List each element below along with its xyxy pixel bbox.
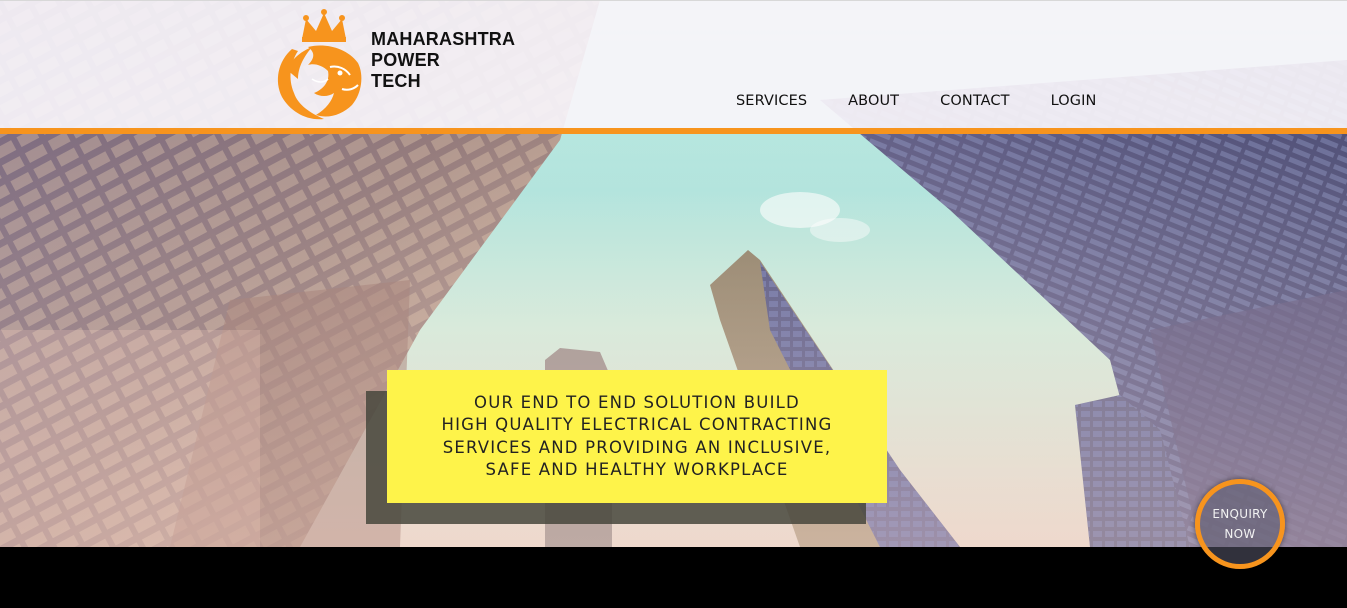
header-accent-bar [0,128,1347,134]
nav-services[interactable]: SERVICES [736,93,807,109]
brand-name-line2: POWER [371,49,441,70]
main-nav: SERVICES ABOUT CONTACT LOGIN [736,93,1096,109]
tagline-text: OUR END TO END SOLUTION BUILD HIGH QUALI… [441,392,832,482]
tagline-box: OUR END TO END SOLUTION BUILD HIGH QUALI… [387,370,887,503]
nav-contact[interactable]: CONTACT [940,93,1009,109]
brand-name-line1: MAHARASHTRA [371,28,516,49]
bottom-band [0,547,1347,608]
enquiry-label-line2: NOW [1224,527,1256,541]
enquiry-label-line1: ENQUIRY [1212,507,1268,521]
site-header: MAHARASHTRA POWER TECH SERVICES ABOUT CO… [0,0,1347,129]
nav-about[interactable]: ABOUT [848,93,899,109]
brand-name: MAHARASHTRA POWER TECH [371,29,515,92]
enquiry-now-button[interactable]: ENQUIRY NOW [1195,479,1285,569]
tagline-line: SAFE AND HEALTHY WORKPLACE [485,460,789,479]
tagline-line: SERVICES AND PROVIDING AN INCLUSIVE, [442,437,832,457]
brand-logo[interactable]: MAHARASHTRA POWER TECH [272,7,522,123]
brand-name-line3: TECH [371,70,421,91]
tagline-line: OUR END TO END SOLUTION BUILD [474,392,800,412]
lion-crown-icon [277,9,362,120]
tagline-line: HIGH QUALITY ELECTRICAL CONTRACTING [441,415,833,434]
nav-login[interactable]: LOGIN [1051,93,1097,109]
